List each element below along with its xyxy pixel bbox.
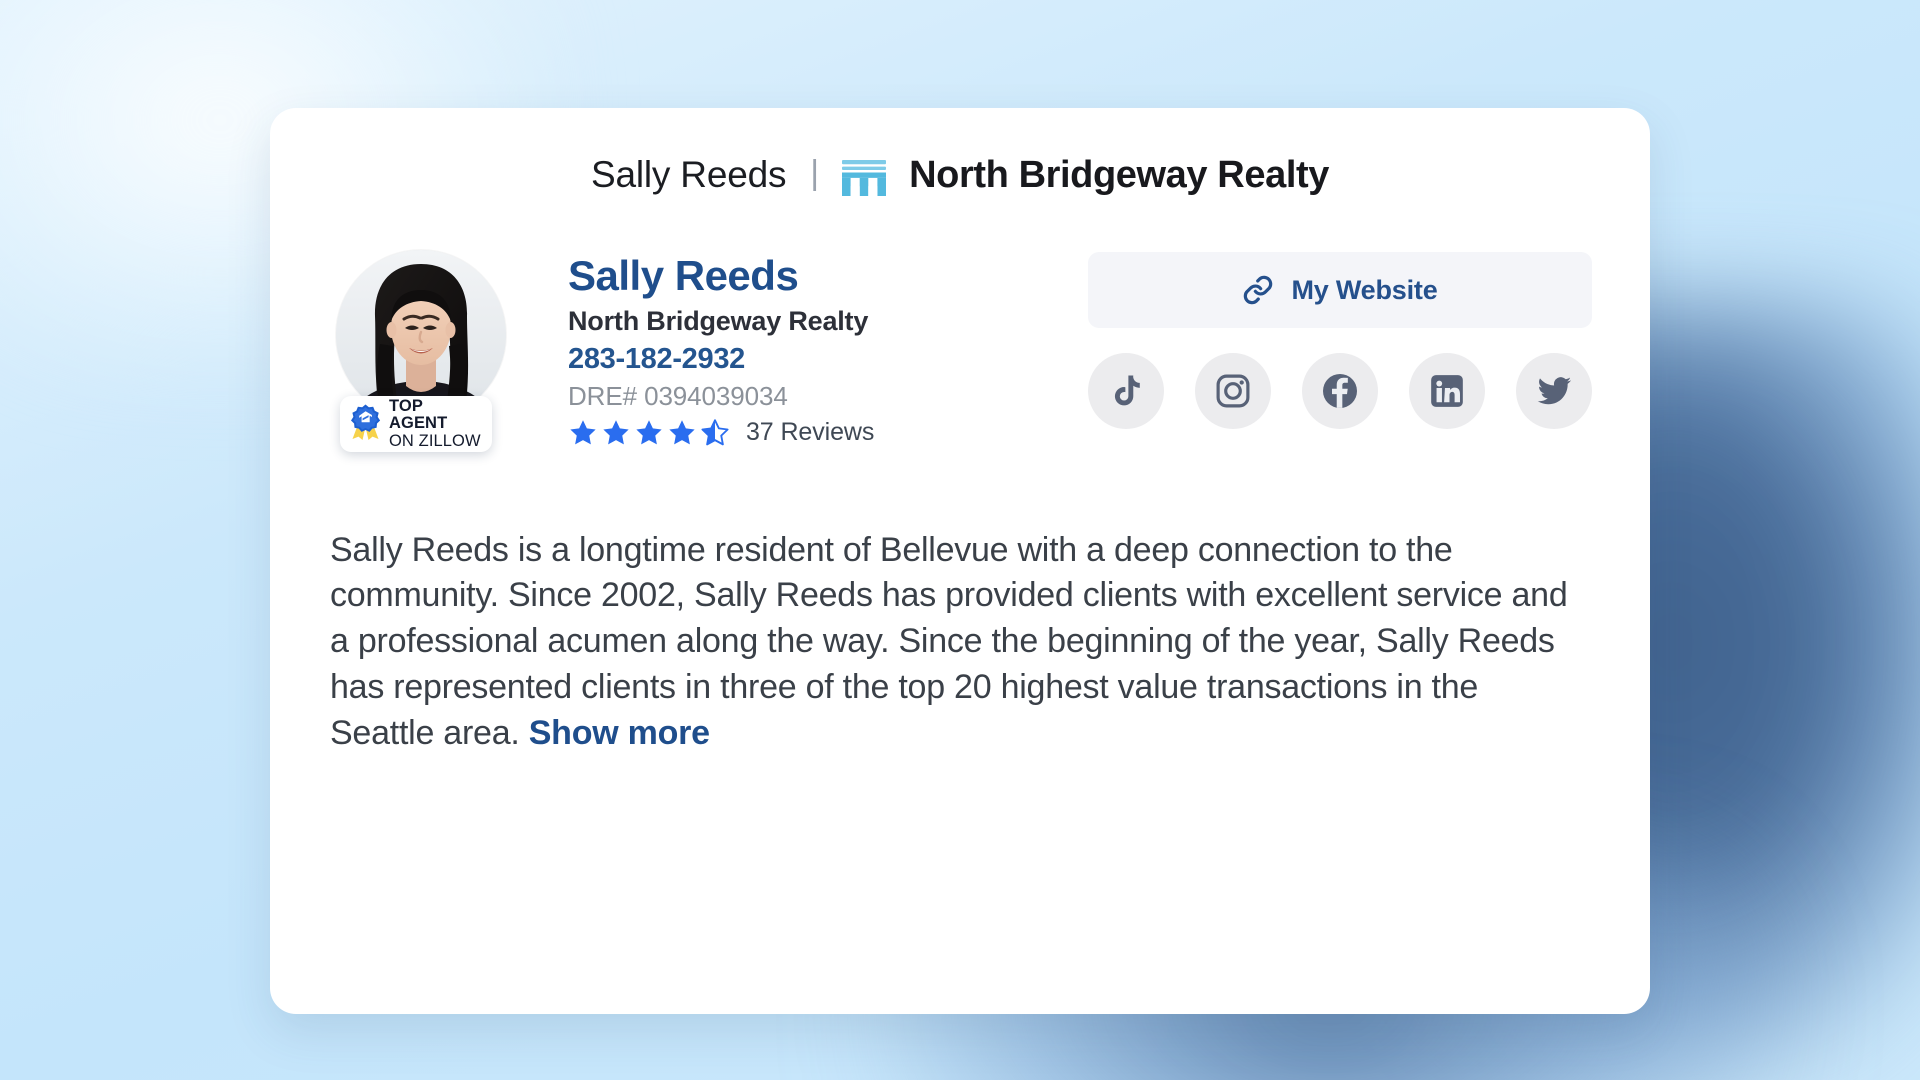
agent-brokerage: North Bridgeway Realty [568,306,869,337]
star-icon-full [603,419,629,445]
social-link-linkedin[interactable] [1409,353,1485,429]
agent-phone[interactable]: 283-182-2932 [568,341,1044,379]
my-website-button[interactable]: My Website [1088,252,1592,328]
agent-name: Sally Reeds [568,252,799,299]
rating-row: 37 Reviews [568,418,1044,448]
social-link-instagram[interactable] [1195,353,1271,429]
agent-bio-text: Sally Reeds is a longtime resident of Be… [330,530,1568,752]
social-link-tiktok[interactable] [1088,353,1164,429]
agent-info-column: Sally Reeds North Bridgeway Realty 283-1… [524,250,1044,448]
avatar [336,250,506,420]
star-icon-half [701,418,729,445]
star-icon-full [570,419,596,445]
link-icon [1242,274,1274,306]
linkedin-icon [1428,372,1466,410]
tiktok-icon [1107,372,1145,410]
bridge-icon [841,157,887,197]
reviews-count[interactable]: 37 Reviews [746,418,874,447]
profile-row: TOP AGENT ON ZILLOW Sally Reeds North Br… [328,228,1592,452]
avatar-column: TOP AGENT ON ZILLOW [328,250,524,452]
header-brokerage-name: North Bridgeway Realty [909,153,1329,196]
social-link-twitter[interactable] [1516,353,1592,429]
show-more-link[interactable]: Show more [529,714,710,752]
badge-text: TOP AGENT ON ZILLOW [389,397,483,450]
social-link-facebook[interactable] [1302,353,1378,429]
facebook-icon [1320,371,1360,411]
badge-line-2: ON ZILLOW [389,431,481,450]
top-agent-badge: TOP AGENT ON ZILLOW [340,396,492,452]
badge-line-1: TOP AGENT [389,397,448,433]
star-icon-full [669,419,695,445]
actions-column: My Website [1044,250,1592,429]
agent-profile-card: Sally Reeds | North Bridgeway Realty TOP… [270,108,1650,1014]
star-icon-full [636,419,662,445]
twitter-icon [1534,371,1574,411]
zillow-ribbon-icon [349,403,382,446]
card-body: TOP AGENT ON ZILLOW Sally Reeds North Br… [270,228,1650,756]
instagram-icon [1214,372,1252,410]
social-links-row [1088,353,1592,429]
card-header: Sally Reeds | North Bridgeway Realty [270,108,1650,228]
star-rating [568,418,730,448]
agent-bio: Sally Reeds is a longtime resident of Be… [328,528,1592,757]
my-website-label: My Website [1291,274,1438,305]
agent-license-number: DRE# 0394039034 [568,380,788,411]
header-agent-name: Sally Reeds [591,154,787,195]
header-separator: | [810,153,820,192]
